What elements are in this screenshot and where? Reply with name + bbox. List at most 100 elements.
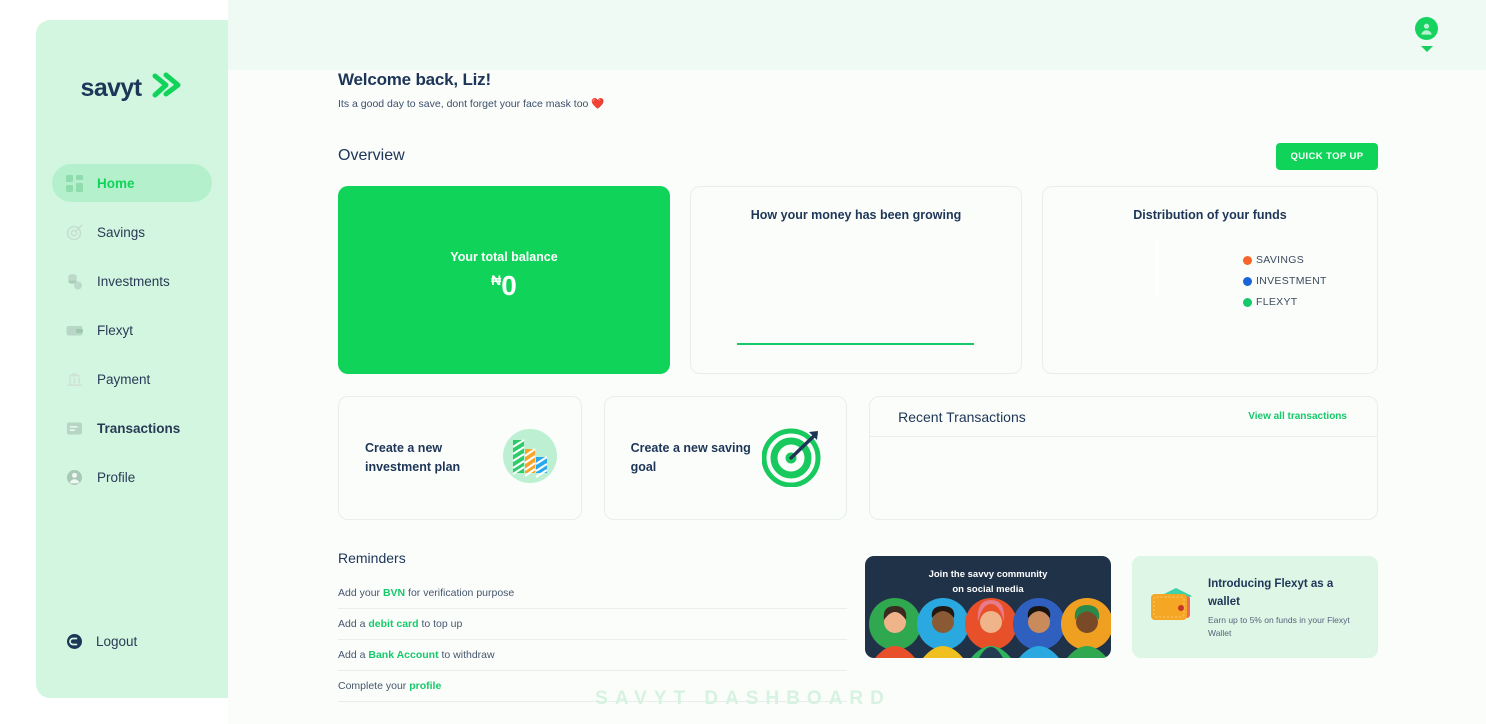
top-bar (228, 0, 1486, 70)
reminder-text-before: Add a (338, 649, 369, 661)
recent-transactions-title: Recent Transactions (898, 408, 1026, 425)
reminders-title: Reminders (338, 550, 406, 566)
target-icon (66, 224, 83, 241)
sidebar-item-label: Investments (97, 273, 170, 289)
overview-title: Overview (338, 147, 405, 164)
overview-cards: Your total balance ₦0 How your money has… (338, 186, 1378, 374)
community-banner-text: Join the savvy community on social media (865, 568, 1111, 597)
bottom-section: Reminders Add your BVN for verification … (338, 550, 1378, 702)
bar-chart-illustration (501, 427, 559, 490)
reminder-text-after: to withdraw (438, 649, 495, 661)
reminder-item-debit-card[interactable]: Add a debit card to top up (338, 609, 847, 640)
legend-swatch-icon (1243, 276, 1252, 286)
sidebar-item-label: Savings (97, 224, 146, 240)
promo-cards: Join the savvy community on social media (865, 550, 1378, 658)
balance-value: 0 (501, 270, 517, 301)
sidebar-item-profile[interactable]: Profile (52, 458, 212, 496)
user-avatar-icon (1415, 17, 1438, 40)
quick-top-up-button[interactable]: QUICK TOP UP (1276, 142, 1378, 170)
legend-swatch-icon (1243, 255, 1252, 265)
donut-chart-empty (1155, 241, 1159, 297)
growth-chart-title: How your money has been growing (750, 208, 962, 222)
balance-label: Your total balance (450, 250, 558, 264)
welcome-block: Welcome back, Liz! Its a good day to sav… (338, 70, 1378, 110)
sidebar-nav: Home Savings Investments Flexyt Payment … (36, 164, 228, 507)
page-title: Welcome back, Liz! (338, 70, 491, 89)
recent-transactions-list (870, 437, 1377, 519)
overview-header: Overview QUICK TOP UP (338, 142, 1378, 170)
total-balance-card: Your total balance ₦0 (338, 186, 670, 374)
reminder-link[interactable]: debit card (368, 618, 418, 630)
legend-swatch-icon (1243, 297, 1252, 307)
flexyt-promo-subtitle: Earn up to 5% on funds in your Flexyt Wa… (1208, 615, 1350, 638)
reminder-link[interactable]: BVN (383, 587, 405, 599)
wallet-illustration (1146, 582, 1198, 633)
target-arrow-illustration (761, 425, 824, 492)
flexyt-promo-card[interactable]: Introducing Flexyt as a wallet Earn up t… (1132, 556, 1378, 658)
power-icon (66, 633, 83, 650)
flexyt-promo-title: Introducing Flexyt as a wallet (1208, 578, 1334, 609)
distribution-chart-title: Distribution of your funds (1133, 208, 1287, 222)
create-investment-plan-card[interactable]: Create a new investment plan (338, 396, 582, 520)
action-card-label: Create a new investment plan (365, 441, 461, 474)
coins-icon (66, 273, 83, 290)
legend-item-investment: INVESTMENT (1243, 275, 1327, 287)
community-line-1: Join the savvy community (928, 569, 1048, 580)
legend-label: FLEXYT (1256, 296, 1298, 308)
sidebar-item-label: Transactions (97, 420, 181, 436)
sidebar-item-label: Flexyt (97, 322, 134, 338)
sidebar-item-payment[interactable]: Payment (52, 360, 212, 398)
chevron-down-icon (1420, 46, 1433, 52)
bank-icon (66, 371, 83, 388)
community-banner-card[interactable]: Join the savvy community on social media (865, 556, 1111, 658)
page-watermark: SAVYT DASHBOARD (595, 688, 891, 709)
reminder-item-bvn[interactable]: Add your BVN for verification purpose (338, 578, 847, 609)
reminder-text-after: for verification purpose (405, 587, 515, 599)
create-saving-goal-card[interactable]: Create a new saving goal (603, 396, 848, 520)
reminder-text-before: Add your (338, 587, 383, 599)
grid-icon (66, 174, 83, 192)
reminder-link[interactable]: Bank Account (368, 649, 438, 661)
sidebar-item-investments[interactable]: Investments (52, 262, 212, 300)
sidebar: savyt Home Savings Investments Flexyt Pa… (36, 20, 228, 698)
reminders-section: Reminders Add your BVN for verification … (338, 550, 847, 702)
sidebar-item-flexyt[interactable]: Flexyt (52, 311, 212, 349)
sidebar-item-savings[interactable]: Savings (52, 213, 212, 251)
legend-item-savings: SAVINGS (1243, 254, 1327, 266)
legend-item-flexyt: FLEXYT (1243, 296, 1327, 308)
sidebar-item-label: Payment (97, 371, 151, 387)
sidebar-item-label: Profile (97, 469, 136, 485)
brand-name: savyt (80, 73, 143, 102)
reminder-text-before: Add a (338, 618, 369, 630)
balance-amount: ₦0 (491, 272, 517, 300)
account-menu[interactable] (1415, 17, 1438, 52)
action-cards-row: Create a new investment plan Create a ne… (338, 396, 1378, 520)
sidebar-container: savyt Home Savings Investments Flexyt Pa… (0, 0, 228, 724)
welcome-subtitle: Its a good day to save, dont forget your… (338, 98, 605, 110)
legend-label: SAVINGS (1256, 254, 1305, 266)
sidebar-item-label: Home (97, 175, 135, 191)
logout-label: Logout (96, 634, 138, 649)
brand-logo[interactable]: savyt (36, 20, 228, 156)
growth-chart-line (737, 343, 974, 345)
sidebar-item-home[interactable]: Home (52, 164, 212, 202)
user-icon (66, 469, 83, 486)
receipt-icon (66, 420, 83, 437)
double-chevron-icon (149, 71, 183, 106)
currency-symbol: ₦ (491, 272, 502, 288)
wallet-icon (66, 322, 83, 339)
action-card-label: Create a new saving goal (630, 441, 751, 474)
recent-transactions-card: Recent Transactions View all transaction… (869, 396, 1378, 520)
sidebar-item-transactions[interactable]: Transactions (52, 409, 212, 447)
view-all-transactions-link[interactable]: View all transactions (1248, 411, 1347, 422)
dashboard-page: savyt Home Savings Investments Flexyt Pa… (0, 0, 1486, 724)
chart-legend: SAVINGS INVESTMENT FLEXYT (1243, 254, 1327, 308)
logout-button[interactable]: Logout (36, 633, 228, 650)
recent-transactions-header: Recent Transactions View all transaction… (870, 397, 1377, 437)
main-content: Welcome back, Liz! Its a good day to sav… (338, 70, 1378, 702)
distribution-chart-card: Distribution of your funds SAVINGS INVES… (1042, 186, 1378, 374)
reminder-item-bank-account[interactable]: Add a Bank Account to withdraw (338, 640, 847, 671)
legend-label: INVESTMENT (1256, 275, 1327, 287)
growth-chart-card: How your money has been growing (690, 186, 1022, 374)
reminder-text-after: to top up (418, 618, 463, 630)
